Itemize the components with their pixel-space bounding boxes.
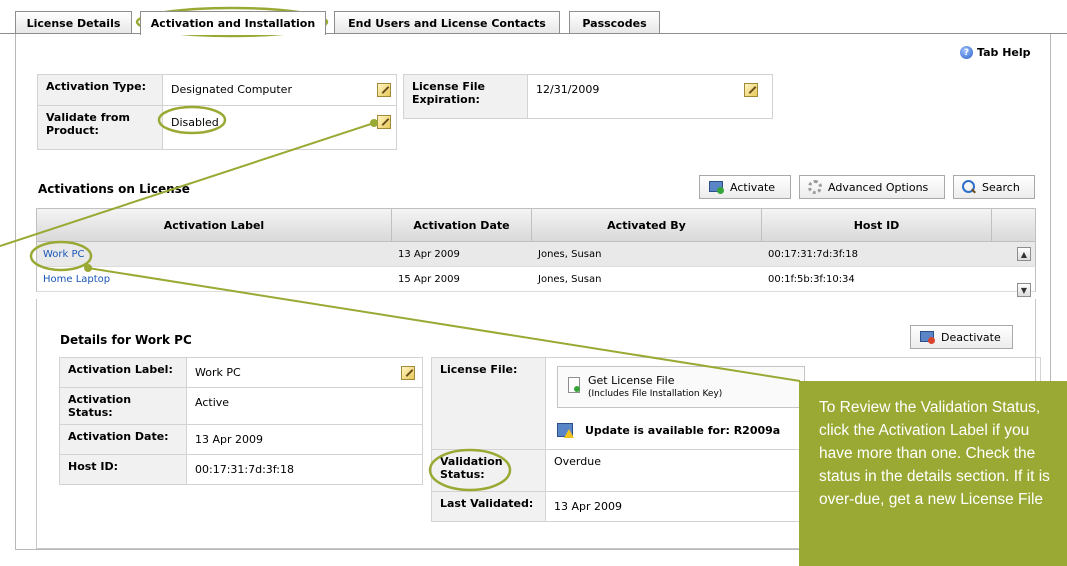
- update-warning-icon: [557, 423, 574, 438]
- activation-type-label: Activation Type:: [37, 74, 163, 106]
- tab-license-details[interactable]: License Details: [15, 11, 132, 34]
- get-license-sublabel: (Includes File Installation Key): [588, 389, 723, 399]
- activation-link-work-pc[interactable]: Work PC: [43, 249, 85, 260]
- activation-details-table: Activation Label: Work PC Activation Sta…: [59, 357, 423, 485]
- help-icon: ?: [960, 46, 973, 59]
- get-license-file-button[interactable]: Get License File (Includes File Installa…: [557, 366, 805, 408]
- row-host-id: 00:1f:5b:3f:10:34: [768, 273, 855, 285]
- activate-button[interactable]: Activate: [699, 175, 791, 199]
- tab-passcodes[interactable]: Passcodes: [569, 11, 660, 34]
- activation-status-value: Active: [186, 387, 423, 425]
- update-available-text: Update is available for: R2009a: [585, 424, 781, 437]
- monitor-remove-icon: [919, 330, 935, 344]
- row-activated-by: Jones, Susan: [538, 273, 602, 285]
- scroll-up-button[interactable]: ▲: [1017, 247, 1031, 261]
- gear-icon: [808, 180, 822, 194]
- activation-settings-table: Activation Type: Designated Computer Val…: [37, 74, 397, 150]
- search-button[interactable]: Search: [953, 175, 1035, 199]
- search-label: Search: [982, 180, 1020, 194]
- license-file-expiration-value: 12/31/2009: [527, 74, 773, 119]
- license-file-icon: [568, 377, 580, 393]
- col-host-id[interactable]: Host ID: [762, 209, 992, 241]
- activations-table-header: Activation Label Activation Date Activat…: [36, 208, 1036, 242]
- tab-help-label: Tab Help: [977, 46, 1031, 59]
- edit-activation-type-icon[interactable]: [377, 83, 391, 97]
- activation-label-value: Work PC: [186, 357, 423, 388]
- table-row[interactable]: Work PC 13 Apr 2009 Jones, Susan 00:17:3…: [36, 242, 1036, 267]
- tab-help-link[interactable]: ? Tab Help: [960, 46, 1031, 59]
- deactivate-button[interactable]: Deactivate: [910, 325, 1013, 349]
- col-scroll-spacer: [992, 209, 1035, 241]
- advanced-options-button[interactable]: Advanced Options: [799, 175, 945, 199]
- row-host-id: 00:17:31:7d:3f:18: [768, 248, 858, 260]
- edit-activation-label-icon[interactable]: [401, 366, 415, 380]
- col-activation-date[interactable]: Activation Date: [392, 209, 532, 241]
- get-license-label: Get License File: [588, 374, 675, 387]
- search-icon: [962, 180, 976, 194]
- license-expiration-table: License File Expiration: 12/31/2009: [403, 74, 773, 119]
- monitor-add-icon: [708, 180, 724, 194]
- activation-date-label: Activation Date:: [59, 424, 187, 455]
- tab-bar: License Details Activation and Installat…: [0, 0, 1067, 35]
- activation-label-label: Activation Label:: [59, 357, 187, 388]
- license-file-label: License File:: [431, 357, 546, 450]
- tab-end-users-contacts[interactable]: End Users and License Contacts: [334, 11, 560, 34]
- col-activated-by[interactable]: Activated By: [532, 209, 762, 241]
- advanced-options-label: Advanced Options: [828, 180, 929, 194]
- details-title: Details for Work PC: [60, 333, 192, 347]
- row-date: 13 Apr 2009: [398, 248, 460, 260]
- host-id-label: Host ID:: [59, 454, 187, 485]
- validate-from-product-value: Disabled: [162, 105, 397, 150]
- activations-title: Activations on License: [38, 182, 190, 196]
- edit-expiration-icon[interactable]: [744, 83, 758, 97]
- col-activation-label[interactable]: Activation Label: [37, 209, 392, 241]
- row-date: 15 Apr 2009: [398, 273, 460, 285]
- activation-link-home-laptop[interactable]: Home Laptop: [43, 274, 110, 285]
- annotation-callout: To Review the Validation Status, click t…: [799, 381, 1067, 566]
- activate-label: Activate: [730, 180, 776, 194]
- table-row[interactable]: Home Laptop 15 Apr 2009 Jones, Susan 00:…: [36, 267, 1036, 292]
- host-id-value: 00:17:31:7d:3f:18: [186, 454, 423, 485]
- activation-type-value: Designated Computer: [162, 74, 397, 106]
- validation-status-label: Validation Status:: [431, 449, 546, 492]
- last-validated-label: Last Validated:: [431, 491, 546, 522]
- validate-from-product-label: Validate from Product:: [37, 105, 163, 150]
- activations-table: Activation Label Activation Date Activat…: [36, 208, 1036, 292]
- tab-activation-installation[interactable]: Activation and Installation: [140, 11, 326, 35]
- activation-status-label: Activation Status:: [59, 387, 187, 425]
- activation-date-value: 13 Apr 2009: [186, 424, 423, 455]
- deactivate-label: Deactivate: [941, 330, 1001, 344]
- scroll-down-button[interactable]: ▼: [1017, 283, 1031, 297]
- row-activated-by: Jones, Susan: [538, 248, 602, 260]
- edit-validate-icon[interactable]: [377, 115, 391, 129]
- license-file-expiration-label: License File Expiration:: [403, 74, 528, 119]
